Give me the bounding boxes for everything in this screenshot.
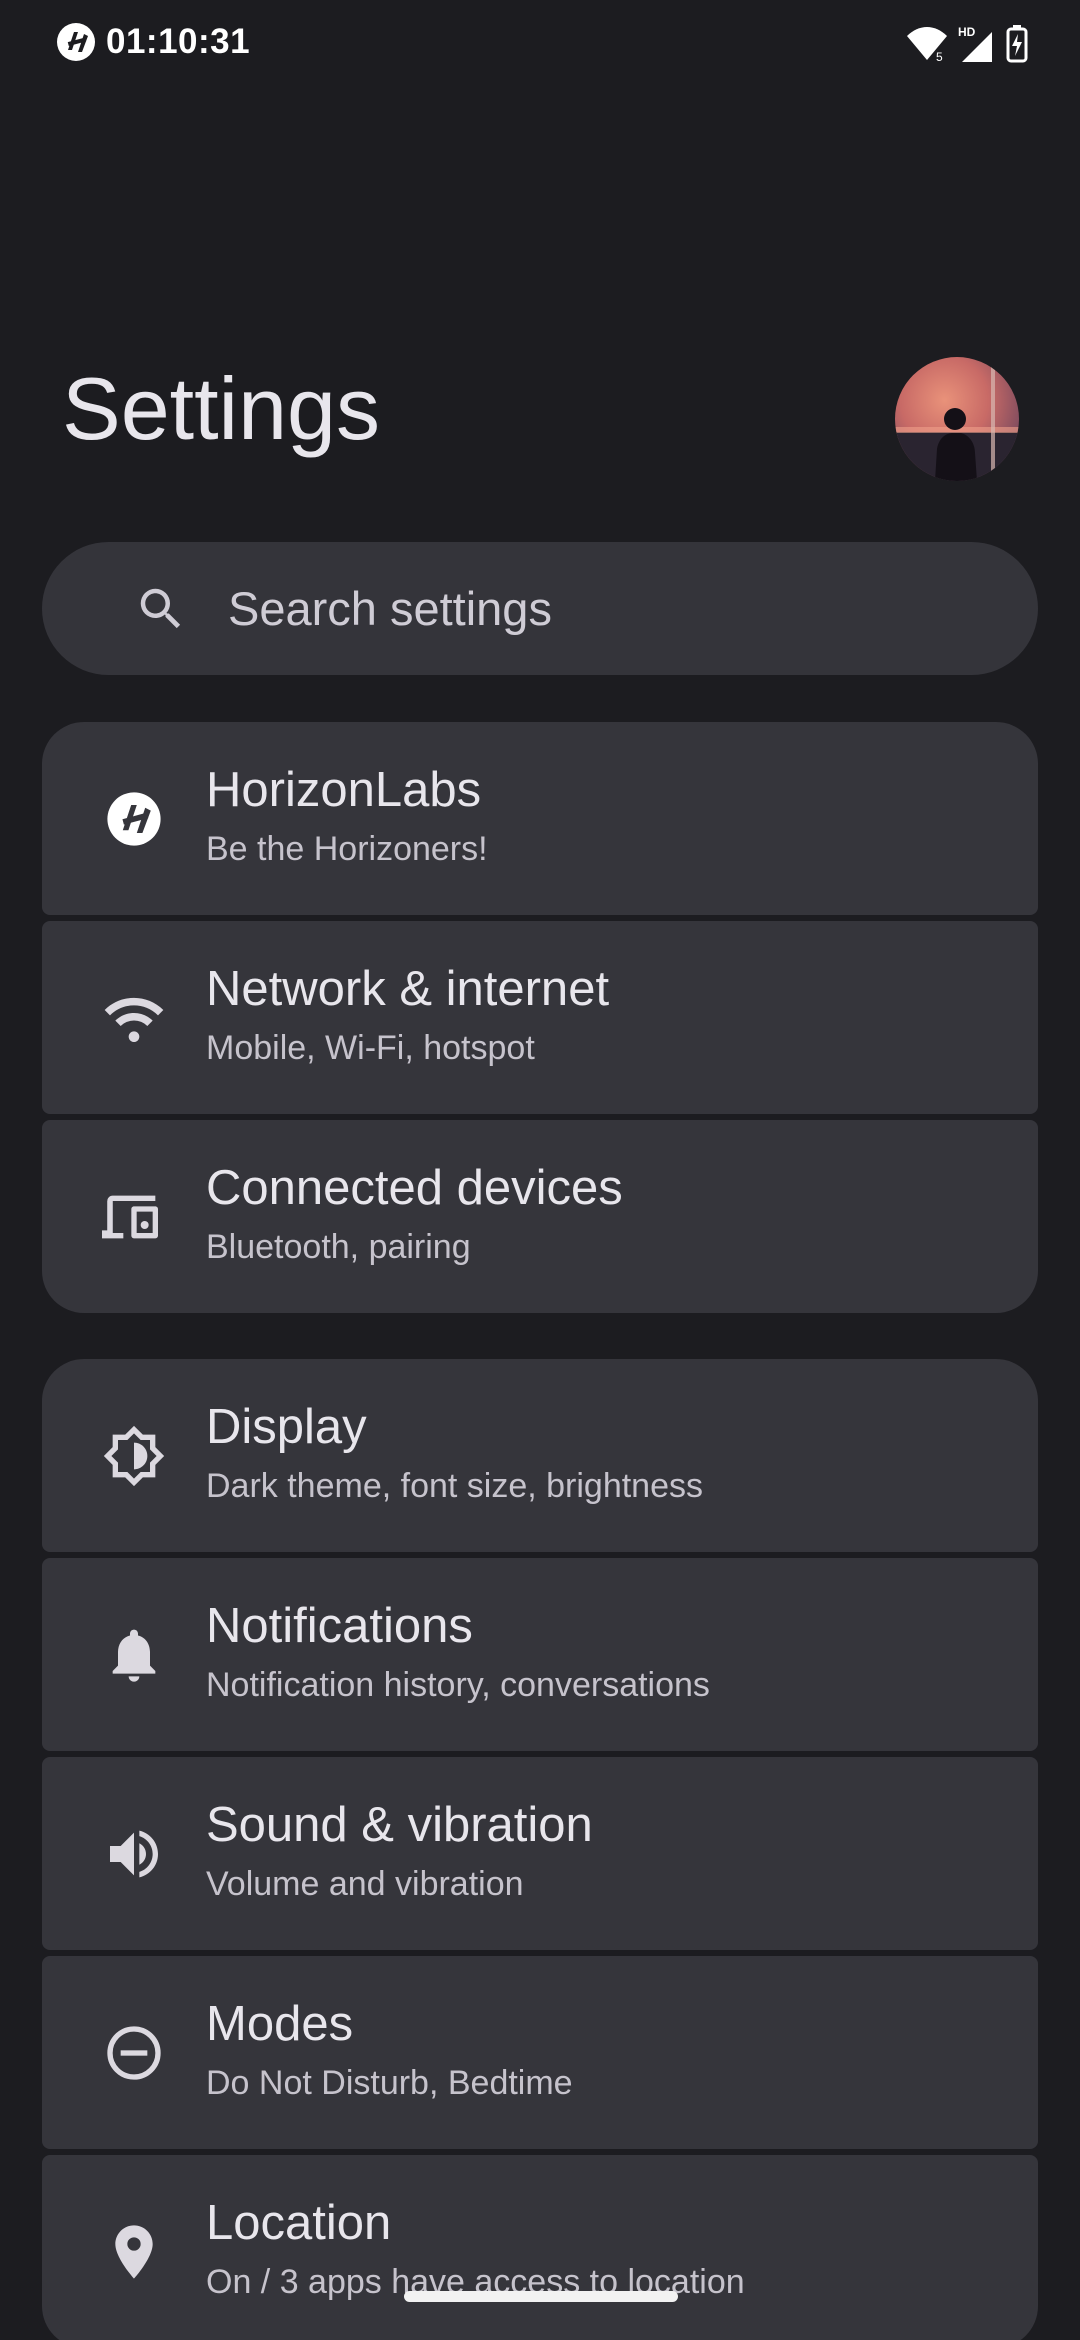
- item-title: Sound & vibration: [206, 1798, 593, 1852]
- settings-item-modes[interactable]: Modes Do Not Disturb, Bedtime: [42, 1956, 1038, 2149]
- status-time: 01:10:31: [106, 22, 251, 61]
- item-title: Notifications: [206, 1599, 473, 1653]
- settings-group-1: HorizonLabs Be the Horizoners! Network &…: [42, 722, 1038, 1319]
- settings-item-horizonlabs[interactable]: HorizonLabs Be the Horizoners!: [42, 722, 1038, 915]
- item-texts: Notifications Notification history, conv…: [206, 1599, 710, 1705]
- item-subtitle: Volume and vibration: [206, 1864, 524, 1903]
- gesture-nav-handle[interactable]: [404, 2291, 678, 2302]
- settings-group-2: Display Dark theme, font size, brightnes…: [42, 1359, 1038, 2340]
- settings-item-sound[interactable]: Sound & vibration Volume and vibration: [42, 1757, 1038, 1950]
- wifi-icon: 5: [906, 26, 948, 62]
- item-subtitle: Be the Horizoners!: [206, 829, 488, 868]
- item-title: Display: [206, 1400, 367, 1454]
- signal-hd-icon: HD: [958, 24, 996, 64]
- page-title: Settings: [62, 359, 380, 458]
- settings-item-connected-devices[interactable]: Connected devices Bluetooth, pairing: [42, 1120, 1038, 1313]
- svg-text:HD: HD: [958, 25, 976, 39]
- devices-icon: [102, 1185, 166, 1249]
- item-title: Location: [206, 2196, 392, 2250]
- item-subtitle: Bluetooth, pairing: [206, 1227, 471, 1266]
- bell-icon: [102, 1623, 166, 1687]
- item-subtitle: Notification history, conversations: [206, 1665, 710, 1704]
- item-subtitle: Dark theme, font size, brightness: [206, 1466, 704, 1505]
- settings-item-network[interactable]: Network & internet Mobile, Wi-Fi, hotspo…: [42, 921, 1038, 1114]
- profile-avatar[interactable]: [895, 357, 1019, 481]
- item-subtitle: Mobile, Wi-Fi, hotspot: [206, 1028, 535, 1067]
- item-title: HorizonLabs: [206, 763, 482, 817]
- location-pin-icon: [102, 2220, 166, 2284]
- settings-item-location[interactable]: Location On / 3 apps have access to loca…: [42, 2155, 1038, 2340]
- horizonlabs-icon: [102, 787, 166, 851]
- volume-icon: [102, 1822, 166, 1886]
- svg-text:5: 5: [936, 50, 943, 62]
- status-bar: 01:10:31 5 HD: [0, 0, 1080, 90]
- item-title: Modes: [206, 1997, 354, 2051]
- settings-screen: 01:10:31 5 HD Settings Search settings H…: [0, 0, 1080, 2340]
- item-texts: Network & internet Mobile, Wi-Fi, hotspo…: [206, 962, 610, 1068]
- settings-item-notifications[interactable]: Notifications Notification history, conv…: [42, 1558, 1038, 1751]
- status-right: 5 HD: [906, 24, 1028, 64]
- search-bar[interactable]: [42, 542, 1038, 675]
- item-title: Network & internet: [206, 962, 610, 1016]
- item-subtitle: Do Not Disturb, Bedtime: [206, 2063, 573, 2102]
- brightness-icon: [102, 1424, 166, 1488]
- item-texts: HorizonLabs Be the Horizoners!: [206, 763, 488, 869]
- item-texts: Connected devices Bluetooth, pairing: [206, 1161, 623, 1267]
- search-input[interactable]: [228, 581, 928, 636]
- item-texts: Display Dark theme, font size, brightnes…: [206, 1400, 704, 1506]
- minus-circle-icon: [102, 2021, 166, 2085]
- item-title: Connected devices: [206, 1161, 623, 1215]
- search-icon: [134, 582, 188, 636]
- item-texts: Location On / 3 apps have access to loca…: [206, 2196, 745, 2302]
- horizonlabs-logo-icon: [56, 22, 96, 62]
- settings-item-display[interactable]: Display Dark theme, font size, brightnes…: [42, 1359, 1038, 1552]
- status-left: 01:10:31: [56, 22, 250, 62]
- wifi-icon: [102, 986, 166, 1050]
- battery-charging-icon: [1006, 25, 1028, 63]
- item-texts: Sound & vibration Volume and vibration: [206, 1798, 593, 1904]
- item-texts: Modes Do Not Disturb, Bedtime: [206, 1997, 573, 2103]
